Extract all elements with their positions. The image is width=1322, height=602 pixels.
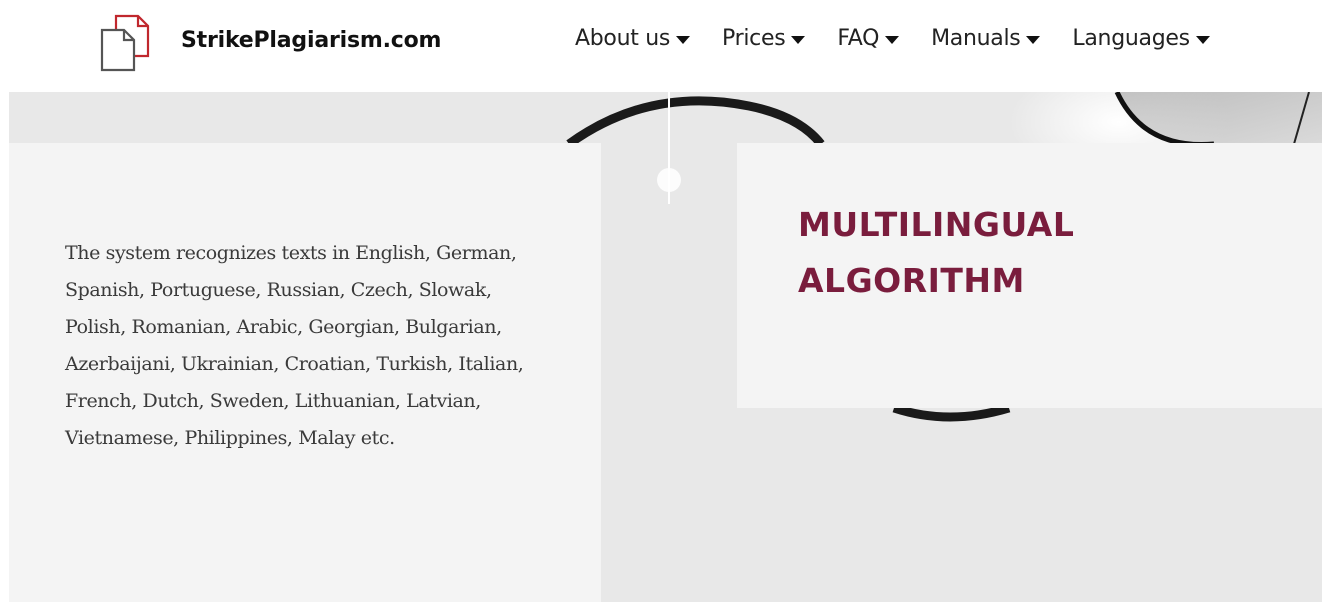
hero-section: The system recognizes texts in English, … (9, 92, 1322, 602)
nav-label: FAQ (837, 26, 880, 51)
section-title-line2: ALGORITHM (798, 261, 1025, 300)
description-panel: The system recognizes texts in English, … (9, 143, 601, 602)
nav-label: Manuals (931, 26, 1021, 51)
brand-name[interactable]: StrikePlagiarism.com (181, 28, 441, 53)
title-panel: MULTILINGUAL ALGORITHM (737, 143, 1322, 408)
caret-down-icon (791, 35, 806, 44)
nav-label: About us (575, 26, 671, 51)
logo-document-icon[interactable] (98, 12, 154, 74)
caret-down-icon (885, 35, 900, 44)
nav-item-faq[interactable]: FAQ (837, 26, 900, 51)
site-header: StrikePlagiarism.com About us Prices FAQ… (0, 0, 1322, 92)
nav-item-about-us[interactable]: About us (575, 26, 691, 51)
nav-item-languages[interactable]: Languages (1072, 26, 1210, 51)
caret-down-icon (1195, 35, 1210, 44)
nav-label: Languages (1072, 26, 1190, 51)
nav-item-manuals[interactable]: Manuals (931, 26, 1041, 51)
main-nav: About us Prices FAQ Manuals Languages (575, 26, 1210, 51)
section-title-line1: MULTILINGUAL (798, 205, 1075, 244)
caret-down-icon (676, 35, 691, 44)
section-title: MULTILINGUAL ALGORITHM (798, 197, 1218, 309)
caret-down-icon (1026, 35, 1041, 44)
nav-item-prices[interactable]: Prices (722, 26, 806, 51)
languages-description: The system recognizes texts in English, … (65, 242, 524, 449)
nav-label: Prices (722, 26, 786, 51)
